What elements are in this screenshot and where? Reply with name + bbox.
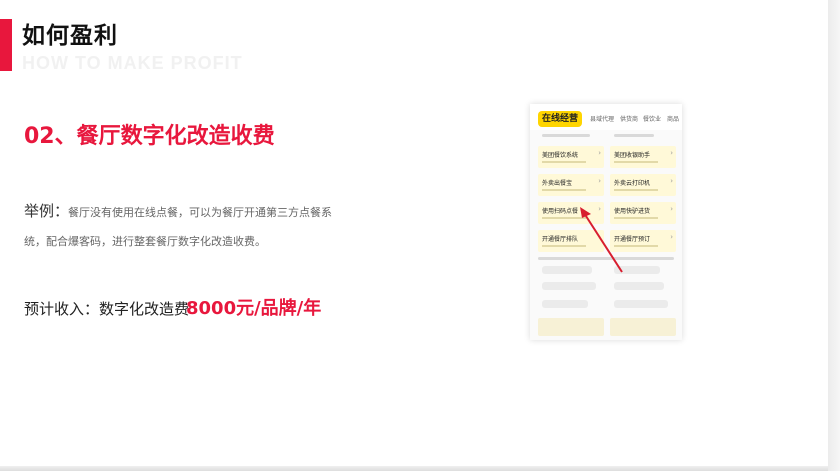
card-label: 外卖出餐宝 xyxy=(542,180,573,187)
phone-card: 使用快驴进货 › xyxy=(610,202,676,224)
blurred-card xyxy=(610,318,676,336)
phone-screenshot: 在线经营 县域代理 供货商 餐饮业 商品 美团餐饮系统 › 美团收银助手 › 外… xyxy=(530,104,682,340)
chevron-right-icon: › xyxy=(670,205,673,213)
bottom-shadow xyxy=(0,466,828,471)
chevron-right-icon: › xyxy=(670,177,673,185)
phone-card: 使用扫码点餐 › xyxy=(538,202,604,224)
card-sub xyxy=(542,189,586,191)
phone-tab: 县域代理 xyxy=(590,116,615,123)
card-sub xyxy=(614,189,658,191)
phone-tab: 餐饮业 xyxy=(643,116,662,123)
card-sub xyxy=(614,217,658,219)
card-sub xyxy=(542,217,586,219)
phone-card: 美团收银助手 › xyxy=(610,146,676,168)
phone-card: 开通餐厅预订 › xyxy=(610,230,676,252)
phone-tab-active: 在线经营 xyxy=(538,111,582,127)
chevron-right-icon: › xyxy=(670,233,673,241)
phone-card: 美团餐饮系统 › xyxy=(538,146,604,168)
phone-card: 外卖云打印机 › xyxy=(610,174,676,196)
card-label: 外卖云打印机 xyxy=(614,180,651,187)
blurred-text xyxy=(542,134,590,137)
card-label: 开通餐厅预订 xyxy=(614,236,651,243)
example-text-line1: 餐厅没有使用在线点餐，可以为餐厅开通第三方点餐系 xyxy=(68,206,332,219)
chevron-right-icon: › xyxy=(598,233,601,241)
chevron-right-icon: › xyxy=(598,205,601,213)
card-label: 使用快驴进货 xyxy=(614,208,651,215)
card-label: 美团收银助手 xyxy=(614,152,651,159)
blurred-row xyxy=(542,282,596,290)
page-edge xyxy=(828,0,840,471)
page-subtitle: HOW TO MAKE PROFIT xyxy=(22,53,243,73)
card-label: 美团餐饮系统 xyxy=(542,152,579,159)
example-label: 举例： xyxy=(24,202,70,220)
phone-card: 开通餐厅排队 › xyxy=(538,230,604,252)
income-label: 预计收入：数字化改造费 xyxy=(24,300,190,318)
blurred-row xyxy=(542,300,588,308)
card-label: 开通餐厅排队 xyxy=(542,236,579,243)
card-label: 使用扫码点餐 xyxy=(542,208,579,215)
page-title: 如何盈利 xyxy=(22,23,118,49)
chevron-right-icon: › xyxy=(670,149,673,157)
blurred-card xyxy=(538,318,604,336)
blurred-row xyxy=(614,266,660,274)
phone-card: 外卖出餐宝 › xyxy=(538,174,604,196)
blurred-row xyxy=(614,282,664,290)
blurred-text xyxy=(614,134,654,137)
blurred-row xyxy=(614,300,668,308)
blurred-row xyxy=(542,266,592,274)
section-heading: 02、餐厅数字化改造收费 xyxy=(24,124,275,149)
card-sub xyxy=(614,161,658,163)
blurred-divider xyxy=(538,257,674,260)
card-sub xyxy=(542,161,586,163)
phone-tab-bar: 在线经营 县域代理 供货商 餐饮业 商品 xyxy=(530,104,682,130)
card-sub xyxy=(614,245,658,247)
chevron-right-icon: › xyxy=(598,149,601,157)
phone-tab: 商品 xyxy=(667,116,680,123)
accent-bar xyxy=(0,19,12,71)
phone-tab: 供货商 xyxy=(620,116,639,123)
card-sub xyxy=(542,245,586,247)
example-text-line2: 统，配合爆客码，进行整套餐厅数字化改造收费。 xyxy=(24,235,266,248)
income-value: 8000元/品牌/年 xyxy=(186,298,322,319)
chevron-right-icon: › xyxy=(598,177,601,185)
